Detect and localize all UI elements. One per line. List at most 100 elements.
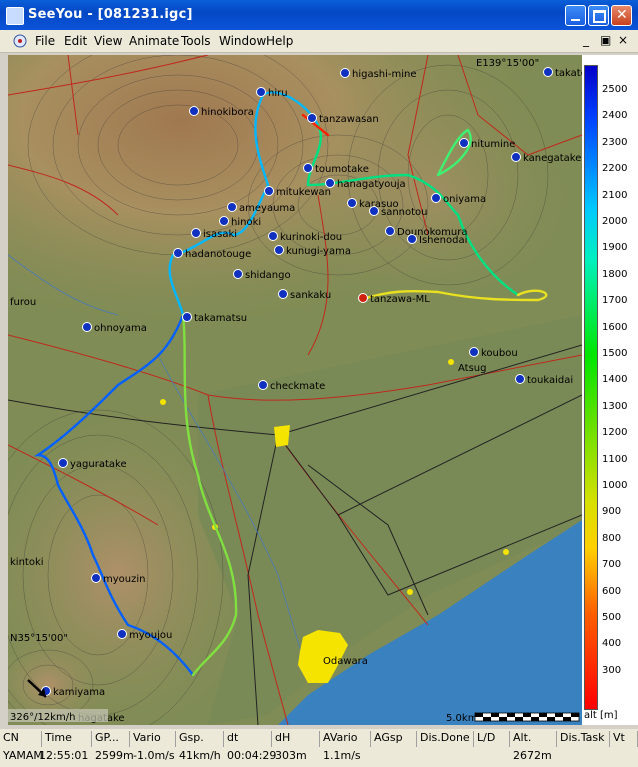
waypoint-label: nitumine	[471, 139, 515, 150]
menu-file[interactable]: File	[35, 34, 55, 48]
status-value: 12:55:01	[39, 749, 89, 762]
terrain-map[interactable]: E139°15'00" N35°15'00" higashi-mine takat…	[8, 55, 582, 725]
waypoint-label: Ishenodai	[419, 235, 467, 246]
status-column-header[interactable]: dH	[272, 731, 320, 747]
waypoint-label: oniyama	[443, 194, 486, 205]
waypoint-marker[interactable]	[303, 163, 313, 173]
status-column-header[interactable]: L/D	[474, 731, 510, 747]
status-value: 41km/h	[179, 749, 221, 762]
waypoint-marker[interactable]	[543, 67, 553, 77]
maximize-button[interactable]	[588, 5, 609, 26]
map-view[interactable]: E139°15'00" N35°15'00" higashi-mine takat…	[8, 55, 582, 725]
legend-tick: 1800	[602, 268, 628, 280]
menu-window[interactable]: Window	[219, 34, 266, 48]
waypoint-marker[interactable]	[233, 269, 243, 279]
menu-edit[interactable]: Edit	[64, 34, 87, 48]
waypoint-marker[interactable]	[173, 248, 183, 258]
waypoint-label: shidango	[245, 270, 291, 281]
waypoint-label: yaguratake	[70, 459, 127, 470]
waypoint-label: myouzin	[103, 574, 145, 585]
legend-tick: 1700	[602, 295, 628, 307]
waypoint-marker[interactable]	[182, 312, 192, 322]
title-bar: SeeYou - [081231.igc] ✕	[0, 0, 638, 30]
waypoint-marker[interactable]	[459, 138, 469, 148]
waypoint-label: kamiyama	[53, 687, 105, 698]
waypoint-label: takato	[555, 68, 582, 79]
status-column-header[interactable]: Vario	[130, 731, 176, 747]
status-column-header[interactable]: dt	[224, 731, 272, 747]
minimize-button[interactable]	[565, 5, 586, 26]
close-button[interactable]: ✕	[611, 5, 632, 26]
legend-tick: 1500	[602, 348, 628, 359]
legend-tick: 1000	[602, 480, 628, 491]
menu-help[interactable]: Help	[266, 34, 293, 48]
status-column-header[interactable]: Time	[42, 731, 92, 747]
waypoint-marker[interactable]	[407, 234, 417, 244]
waypoint-marker[interactable]	[227, 202, 237, 212]
menu-view[interactable]: View	[94, 34, 122, 48]
waypoint-marker[interactable]	[58, 458, 68, 468]
legend-tick: 300	[602, 664, 622, 676]
waypoint-label: toumotake	[315, 164, 369, 175]
status-column-header[interactable]: AGsp	[371, 731, 417, 747]
legend-tick: 700	[602, 559, 622, 571]
waypoint-marker[interactable]	[256, 87, 266, 97]
scale-label: 5.0km	[446, 713, 477, 724]
waypoint-label: checkmate	[270, 381, 325, 392]
waypoint-label: isasaki	[203, 229, 237, 240]
waypoint-marker[interactable]	[82, 322, 92, 332]
waypoint-marker[interactable]	[431, 193, 441, 203]
menu-animate[interactable]: Animate	[129, 34, 179, 48]
waypoint-marker[interactable]	[358, 293, 368, 303]
waypoint-marker[interactable]	[278, 289, 288, 299]
status-column-header[interactable]: CN	[0, 731, 42, 747]
waypoint-label: kintoki	[10, 557, 44, 568]
waypoint-marker[interactable]	[369, 206, 379, 216]
legend-tick: 2100	[602, 189, 628, 201]
waypoint-marker[interactable]	[189, 106, 199, 116]
menu-tools[interactable]: Tools	[181, 34, 211, 48]
waypoint-marker[interactable]	[469, 347, 479, 357]
waypoint-marker[interactable]	[511, 152, 521, 162]
waypoint-marker[interactable]	[268, 231, 278, 241]
longitude-label: E139°15'00"	[476, 58, 539, 69]
waypoint-label: koubou	[481, 348, 518, 359]
mdi-close-button[interactable]: ×	[618, 33, 628, 47]
legend-unit: alt [m]	[584, 710, 618, 721]
waypoint-label: hanagatyouja	[337, 179, 406, 190]
waypoint-marker[interactable]	[264, 186, 274, 196]
waypoint-marker[interactable]	[219, 216, 229, 226]
waypoint-marker[interactable]	[515, 374, 525, 384]
legend-tick: 1100	[602, 453, 628, 465]
waypoint-label: furou	[10, 297, 36, 308]
status-column-header[interactable]: AVario	[320, 731, 371, 747]
document-icon[interactable]	[12, 33, 28, 49]
waypoint-label: hiru	[268, 88, 288, 99]
waypoint-label: sankaku	[290, 290, 331, 301]
waypoint-marker[interactable]	[91, 573, 101, 583]
waypoint-marker[interactable]	[347, 198, 357, 208]
waypoint-marker[interactable]	[307, 113, 317, 123]
status-value: 303m	[275, 749, 307, 762]
status-column-header[interactable]: Gsp.	[176, 731, 224, 747]
status-column-header[interactable]: Dis.Task	[557, 731, 610, 747]
waypoint-marker[interactable]	[117, 629, 127, 639]
waypoint-marker[interactable]	[385, 226, 395, 236]
waypoint-label: toukaidai	[527, 375, 573, 386]
waypoint-marker[interactable]	[258, 380, 268, 390]
waypoint-marker[interactable]	[274, 245, 284, 255]
altitude-legend: 2500 2400 2300 2200 2100 2000 1900 1800 1700 1600…	[582, 55, 638, 725]
waypoint-marker[interactable]	[191, 228, 201, 238]
waypoint-label: hadanotouge	[185, 249, 251, 260]
legend-tick: 2500	[602, 84, 628, 95]
status-column-header[interactable]: Dis.Done	[417, 731, 474, 747]
status-column-header[interactable]: Alt.	[510, 731, 557, 747]
mdi-restore-button[interactable]: ▣	[600, 33, 611, 47]
legend-tick: 1400	[602, 374, 628, 386]
status-column-header[interactable]: GP...	[92, 731, 130, 747]
status-column-header[interactable]: Vt	[610, 731, 638, 747]
waypoint-label: takamatsu	[194, 313, 247, 324]
waypoint-marker[interactable]	[340, 68, 350, 78]
waypoint-label: kanegatake	[523, 153, 581, 164]
mdi-minimize-button[interactable]: _	[583, 33, 589, 47]
